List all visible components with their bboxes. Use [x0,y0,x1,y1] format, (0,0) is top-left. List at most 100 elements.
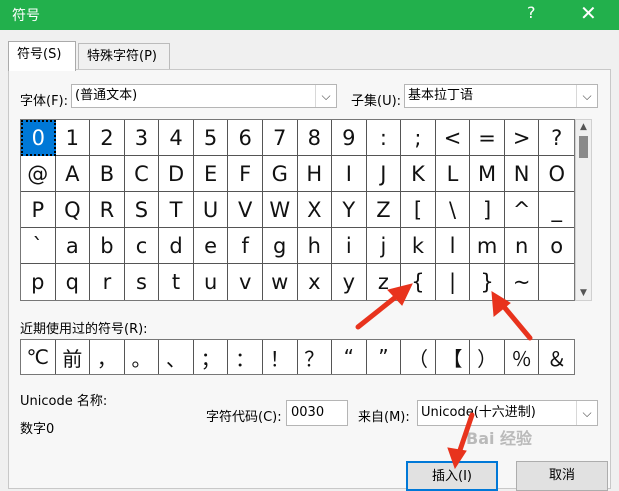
symbol-cell[interactable]: 5 [193,120,229,156]
recent-symbol-cell[interactable]: 【 [436,340,471,374]
symbol-cell[interactable]: m [470,228,505,264]
symbol-cell[interactable]: > [504,120,540,156]
symbol-cell[interactable]: H [297,156,333,192]
symbol-cell[interactable]: : [366,120,402,156]
symbol-cell[interactable]: 8 [297,120,333,156]
symbol-cell[interactable]: v [228,264,263,300]
scroll-down-icon[interactable]: ▼ [576,288,591,298]
symbol-cell[interactable]: 9 [332,120,367,156]
symbol-cell[interactable]: z [367,264,402,300]
font-select[interactable]: (普通文本) ⌵ [71,84,337,108]
scroll-thumb[interactable] [579,136,588,158]
recent-symbol-cell[interactable]: ＆ [539,340,574,374]
symbol-cell[interactable]: I [332,156,367,192]
help-icon[interactable]: ? [527,3,536,22]
symbol-cell[interactable]: U [193,192,229,228]
symbol-cell[interactable]: h [297,228,333,264]
symbol-cell[interactable]: B [90,156,125,192]
symbol-cell[interactable]: ; [401,120,436,156]
symbol-cell[interactable]: k [401,228,436,264]
recent-symbol-cell[interactable]: ％ [505,340,540,374]
chevron-down-icon[interactable]: ⌵ [315,85,336,107]
recent-symbol-cell[interactable]: ℃ [21,340,56,374]
recent-symbol-cell[interactable]: （ [401,340,436,374]
symbol-cell[interactable]: 2 [90,120,125,156]
symbol-cell[interactable]: @ [21,156,56,192]
symbol-cell[interactable]: M [470,156,505,192]
symbol-cell[interactable]: ^ [504,192,540,228]
symbol-cell[interactable]: ? [539,120,574,156]
insert-button[interactable]: 插入(I) [406,461,498,491]
symbol-cell[interactable]: C [124,156,160,192]
recent-symbol-cell[interactable]: ” [367,340,402,374]
recent-symbol-cell[interactable]: ： [228,340,263,374]
symbol-cell[interactable]: d [159,228,194,264]
symbol-cell[interactable]: u [194,264,229,300]
symbol-cell[interactable]: n [504,228,540,264]
chevron-down-icon[interactable]: ⌵ [576,401,597,425]
symbol-cell[interactable]: 6 [228,120,263,156]
symbol-cell[interactable]: W [262,192,298,228]
symbol-cell[interactable]: T [159,192,194,228]
symbol-cell[interactable]: [ [401,192,436,228]
symbol-cell[interactable]: N [504,156,540,192]
symbol-cell[interactable]: w [263,264,298,300]
cancel-button[interactable]: 取消 [516,461,608,491]
symbol-cell[interactable]: X [297,192,333,228]
symbol-cell[interactable]: Q [55,192,91,228]
symbol-cell[interactable] [539,264,574,300]
symbol-cell[interactable]: c [124,228,160,264]
recent-symbol-cell[interactable]: ； [194,340,229,374]
symbol-cell[interactable]: 7 [262,120,298,156]
subset-select[interactable]: 基本拉丁语 ⌵ [404,84,598,108]
symbol-cell[interactable]: 1 [55,120,91,156]
char-code-input[interactable]: 0030 [286,400,348,426]
symbol-cell[interactable]: i [332,228,367,264]
symbol-cell[interactable]: ~ [505,264,540,300]
symbol-cell[interactable]: | [436,264,471,300]
symbol-cell[interactable]: r [90,264,125,300]
symbol-grid-scrollbar[interactable]: ▲ ▼ [575,119,592,301]
symbol-cell[interactable]: f [228,228,263,264]
recent-symbol-cell[interactable]: 、 [159,340,194,374]
close-icon[interactable]: ✕ [580,1,597,25]
symbol-cell[interactable]: J [366,156,402,192]
symbol-cell[interactable]: p [21,264,56,300]
symbol-cell[interactable]: Y [332,192,367,228]
symbol-cell[interactable]: j [366,228,402,264]
symbol-cell[interactable]: K [401,156,436,192]
symbol-cell[interactable]: V [228,192,263,228]
scroll-up-icon[interactable]: ▲ [576,122,591,132]
symbol-cell[interactable]: R [90,192,125,228]
symbol-cell[interactable]: L [435,156,471,192]
symbol-cell[interactable]: { [401,264,436,300]
symbol-cell[interactable]: } [470,264,505,300]
recent-symbol-cell[interactable]: ） [470,340,505,374]
symbol-cell[interactable]: _ [539,192,574,228]
recent-symbol-cell[interactable]: ， [90,340,125,374]
symbol-cell[interactable]: Z [366,192,402,228]
recent-symbol-cell[interactable]: 。 [125,340,160,374]
symbol-cell[interactable]: y [332,264,367,300]
symbol-cell[interactable]: = [470,120,505,156]
symbol-cell[interactable]: A [55,156,91,192]
symbol-cell[interactable]: F [228,156,263,192]
symbol-cell[interactable]: G [262,156,298,192]
recent-symbol-cell[interactable]: “ [332,340,367,374]
from-select[interactable]: Unicode(十六进制) ⌵ [417,400,598,426]
symbol-cell[interactable]: a [55,228,91,264]
symbol-cell[interactable]: 0 [21,120,56,156]
symbol-cell[interactable]: ` [21,228,56,264]
symbol-cell[interactable]: g [262,228,298,264]
symbol-cell[interactable]: e [193,228,229,264]
symbol-cell[interactable]: x [298,264,333,300]
recent-symbol-cell[interactable]: ？ [298,340,333,374]
tab-special-chars[interactable]: 特殊字符(P) [78,43,170,71]
symbol-cell[interactable]: 4 [159,120,194,156]
symbol-cell[interactable]: o [539,228,574,264]
symbol-cell[interactable]: E [193,156,229,192]
symbol-cell[interactable]: b [90,228,125,264]
symbol-cell[interactable]: O [539,156,574,192]
tab-symbols[interactable]: 符号(S) [8,41,76,71]
symbol-cell[interactable]: S [124,192,160,228]
